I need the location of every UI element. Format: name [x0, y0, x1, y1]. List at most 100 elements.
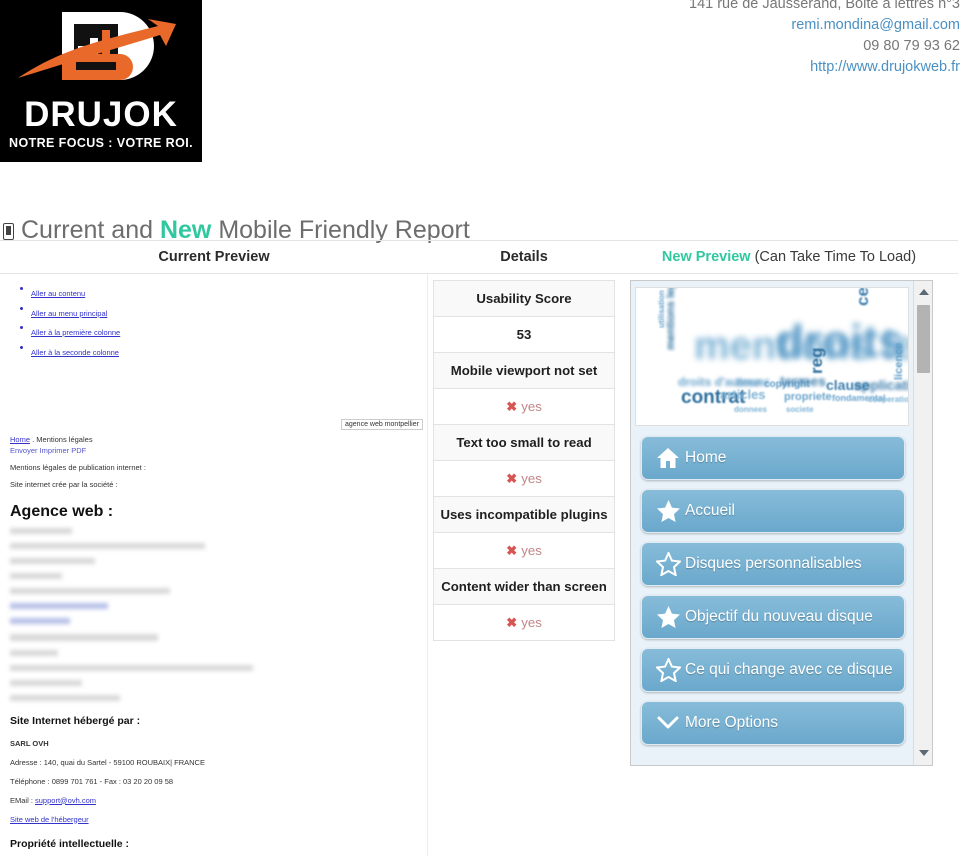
breadcrumb: Home . Mentions légales: [10, 435, 428, 444]
blurred-text-line: [10, 573, 62, 579]
keyword-badge-agence: agence web montpellier: [341, 419, 423, 430]
host-email-label: EMail :: [10, 796, 35, 805]
skip-link[interactable]: Aller à la seconde colonne: [31, 348, 119, 357]
header-details: Details: [428, 249, 620, 265]
contact-website[interactable]: http://www.drujokweb.fr: [689, 57, 960, 78]
menu-button-label: More Options: [685, 714, 778, 732]
current-preview-cell: Aller au contenu Aller au menu principal…: [0, 274, 428, 856]
skip-link[interactable]: Aller au menu principal: [31, 309, 107, 318]
list-item[interactable]: Aller à la seconde colonne: [20, 342, 428, 360]
blurred-link-line: [10, 618, 70, 624]
host-phone: Téléphone : 0899 701 761 - Fax : 03 20 2…: [10, 772, 428, 791]
detail-value: 53: [434, 317, 615, 353]
detail-value: ✖yes: [434, 461, 615, 497]
host-website-link[interactable]: Site web de l'hébergeur: [10, 815, 89, 824]
detail-value: ✖ yes: [434, 389, 615, 425]
detail-label: Usability Score: [434, 281, 615, 317]
wordcloud-word: termes: [780, 374, 826, 388]
menu-button-more-options[interactable]: More Options: [641, 701, 905, 745]
table-row: ✖yes: [434, 461, 615, 497]
home-icon: [651, 447, 685, 469]
wordcloud-word: application: [854, 378, 909, 392]
blurred-text-line: [10, 558, 95, 564]
menu-button-objectif-du-nouveau-disque[interactable]: Objectif du nouveau disque: [641, 595, 905, 639]
contact-block: 141 rue de Jausserand, Boite à lettres n…: [689, 0, 960, 78]
wordcloud-word: donnees: [734, 406, 767, 414]
wordcloud-word: licence: [894, 343, 905, 380]
cross-icon: ✖: [506, 615, 517, 630]
blurred-heading-line: [10, 634, 158, 641]
host-email-link[interactable]: support@ovh.com: [35, 796, 96, 805]
skip-links-list: Aller au contenu Aller au menu principal…: [20, 283, 428, 360]
table-row: Usability Score: [434, 281, 615, 317]
created-by-line: Site internet crée par la société :: [10, 480, 428, 489]
cross-icon: ✖: [506, 399, 517, 414]
menu-button-label: Home: [685, 449, 726, 467]
blurred-text-line: [10, 680, 82, 686]
header-new-preview-note: (Can Take Time To Load): [751, 249, 917, 265]
new-preview-cell: mentions legales droits d'auteur mention…: [620, 274, 958, 856]
heading-propriete: Propriété intellectuelle :: [10, 838, 428, 850]
list-item[interactable]: Aller au contenu: [20, 283, 428, 301]
usability-details-table: Usability Score 53 Mobile viewport not s…: [433, 280, 615, 641]
mentions-line: Mentions légales de publication internet…: [10, 463, 428, 472]
skip-link[interactable]: Aller à la première colonne: [31, 328, 120, 337]
preview-scrollbar[interactable]: [913, 281, 932, 765]
wordcloud-word: reg: [808, 348, 825, 374]
table-row: ✖yes: [434, 533, 615, 569]
list-item[interactable]: Aller au menu principal: [20, 303, 428, 321]
mobile-menu-buttons: Home Accueil Disques per: [631, 426, 913, 745]
scrollbar-thumb[interactable]: [917, 305, 930, 373]
detail-value: ✖yes: [434, 533, 615, 569]
logo-graphic-icon: [0, 4, 202, 100]
wordcloud-image: mentions legales droits d'auteur mention…: [635, 287, 909, 426]
mobile-preview-frame: mentions legales droits d'auteur mention…: [630, 280, 933, 766]
menu-button-accueil[interactable]: Accueil: [641, 489, 905, 533]
menu-button-label: Ce qui change avec ce disque: [685, 661, 893, 679]
page-tools[interactable]: Envoyer Imprimer PDF: [10, 446, 428, 455]
list-item[interactable]: Aller à la première colonne: [20, 322, 428, 340]
skip-link[interactable]: Aller au contenu: [31, 289, 85, 298]
menu-button-label: Objectif du nouveau disque: [685, 608, 873, 626]
details-cell: Usability Score 53 Mobile viewport not s…: [428, 274, 620, 856]
blurred-text-line: [10, 695, 120, 701]
detail-flag-text: yes: [521, 615, 542, 630]
detail-flag-text: yes: [521, 399, 542, 414]
wordcloud-word: ce: [854, 287, 871, 306]
detail-value: ✖ yes: [434, 605, 615, 641]
breadcrumb-home-link[interactable]: Home: [10, 435, 30, 444]
star-filled-icon: [651, 499, 685, 523]
blurred-agency-details: [10, 528, 428, 624]
menu-button-ce-qui-change-avec-ce-disque[interactable]: Ce qui change avec ce disque: [641, 648, 905, 692]
menu-button-label: Accueil: [685, 502, 735, 520]
scroll-down-arrow-icon[interactable]: [914, 744, 933, 763]
header-current-preview: Current Preview: [0, 249, 428, 265]
wordcloud-word: mentions legales: [666, 287, 677, 350]
logo-wordmark: DRUJOK: [0, 96, 202, 134]
host-name: SARL OVH: [10, 739, 49, 748]
table-body-row: Aller au contenu Aller au menu principal…: [0, 274, 958, 856]
wordcloud-word: utilisation: [658, 290, 666, 328]
wordcloud-word: propriete: [784, 392, 832, 403]
wordcloud-word: droits d'auteur: [776, 318, 909, 364]
detail-label: Text too small to read: [434, 425, 615, 461]
wordcloud-word: cooperation: [868, 396, 909, 404]
menu-button-home[interactable]: Home: [641, 436, 905, 480]
contact-email[interactable]: remi.mondina@gmail.com: [689, 15, 960, 36]
cross-icon: ✖: [506, 543, 517, 558]
chevron-down-icon: [651, 715, 685, 731]
blurred-text-line: [10, 543, 205, 549]
contact-address: 141 rue de Jausserand, Boite à lettres n…: [689, 0, 960, 15]
menu-button-disques-personnalisables[interactable]: Disques personnalisables: [641, 542, 905, 586]
menu-button-label: Disques personnalisables: [685, 555, 862, 573]
mobile-preview-viewport: mentions legales droits d'auteur mention…: [631, 281, 913, 765]
table-row: Uses incompatible plugins: [434, 497, 615, 533]
table-row: ✖ yes: [434, 605, 615, 641]
blurred-text-line: [10, 650, 58, 656]
page-header: DRUJOK NOTRE FOCUS : VOTRE ROI. 141 rue …: [0, 0, 968, 190]
table-row: 53: [434, 317, 615, 353]
star-outline-icon: [651, 658, 685, 682]
star-outline-icon: [651, 552, 685, 576]
drujok-logo: DRUJOK NOTRE FOCUS : VOTRE ROI.: [0, 0, 202, 162]
scroll-up-arrow-icon[interactable]: [914, 283, 933, 302]
